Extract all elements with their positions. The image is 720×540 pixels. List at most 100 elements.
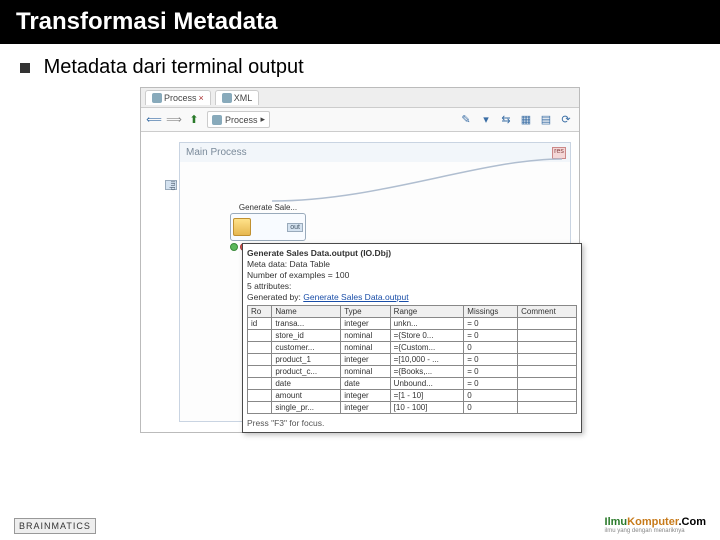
genby-label: Generated by:	[247, 292, 301, 302]
logo-part-a: Ilmu	[605, 516, 628, 528]
table-cell	[248, 330, 272, 342]
table-cell	[518, 318, 577, 330]
table-cell: integer	[341, 402, 390, 414]
table-cell	[518, 390, 577, 402]
wand-icon[interactable]: ✎	[459, 113, 473, 127]
table-cell: =[1 - 10]	[390, 390, 464, 402]
table-cell	[248, 366, 272, 378]
table-cell: = 0	[464, 318, 518, 330]
table-cell: ={Books,...	[390, 366, 464, 378]
table-row: amountinteger=[1 - 10]0	[248, 390, 577, 402]
logo-part-b: Komputer	[627, 516, 678, 528]
genby-link[interactable]: Generate Sales Data.output	[303, 292, 408, 302]
bullet-icon	[20, 63, 30, 73]
table-cell: nominal	[341, 330, 390, 342]
table-cell	[248, 390, 272, 402]
table-cell: customer...	[272, 342, 341, 354]
tooltip-title: Generate Sales Data.output (IO.Dbj)	[247, 248, 577, 258]
operator-out-port[interactable]: out	[287, 223, 303, 232]
table-cell: integer	[341, 390, 390, 402]
table-icon	[233, 218, 251, 236]
table-row: datedateUnbound...= 0	[248, 378, 577, 390]
back-icon[interactable]: ⟸	[147, 113, 161, 127]
table-row: single_pr...integer[10 - 100]0	[248, 402, 577, 414]
metadata-tooltip: Generate Sales Data.output (IO.Dbj) Meta…	[242, 243, 582, 433]
table-cell: ={Store 0...	[390, 330, 464, 342]
table-cell: Unbound...	[390, 378, 464, 390]
refresh-icon[interactable]: ⟳	[559, 113, 573, 127]
xml-icon	[222, 93, 232, 103]
table-cell: = 0	[464, 330, 518, 342]
close-icon[interactable]: ×	[199, 93, 204, 103]
logo-part-c: .Com	[679, 516, 707, 528]
table-cell	[518, 330, 577, 342]
table-cell: product_1	[272, 354, 341, 366]
table-cell: ={Custom...	[390, 342, 464, 354]
table-cell	[518, 402, 577, 414]
table-cell	[248, 378, 272, 390]
table-cell: store_id	[272, 330, 341, 342]
toolbar-right: ✎ ▾ ⇆ ▦ ▤ ⟳	[459, 113, 573, 127]
table-cell: integer	[341, 354, 390, 366]
table-cell: 0	[464, 390, 518, 402]
breadcrumb[interactable]: Process ▸	[207, 111, 270, 128]
status-ok-icon	[230, 243, 238, 251]
tooltip-attrs: 5 attributes:	[247, 281, 577, 291]
col-role: Ro	[248, 306, 272, 318]
main-process-title: Main Process	[180, 143, 570, 162]
tab-label: Process	[164, 93, 197, 103]
tab-xml[interactable]: XML	[215, 90, 260, 105]
table-cell	[248, 354, 272, 366]
table-cell: id	[248, 318, 272, 330]
col-missings: Missings	[464, 306, 518, 318]
tab-strip: Process × XML	[141, 88, 579, 108]
table-cell: 0	[464, 342, 518, 354]
tooltip-meta: Meta data: Data Table	[247, 259, 577, 269]
table-cell: =[10,000 - ...	[390, 354, 464, 366]
logo-tagline: ilmu yang dengan menariknya	[605, 528, 706, 534]
table-cell	[248, 402, 272, 414]
toolbar: ⟸ ⟹ ⬆ Process ▸ ✎ ▾ ⇆ ▦ ▤ ⟳	[141, 108, 579, 132]
table-cell: date	[341, 378, 390, 390]
down-icon[interactable]: ▾	[479, 113, 493, 127]
table-row: store_idnominal={Store 0...= 0	[248, 330, 577, 342]
table-row: idtransa...integerunkn...= 0	[248, 318, 577, 330]
chevron-right-icon: ▸	[261, 114, 266, 125]
toolbar-left: ⟸ ⟹ ⬆ Process ▸	[147, 111, 270, 128]
table-cell: = 0	[464, 354, 518, 366]
up-icon[interactable]: ⬆	[187, 113, 201, 127]
table-cell: amount	[272, 390, 341, 402]
subtitle-text: Metadata dari terminal output	[44, 56, 304, 78]
forward-icon[interactable]: ⟹	[167, 113, 181, 127]
input-port[interactable]: inp	[165, 180, 177, 190]
logo-ilmukomputer: IlmuKomputer.Com ilmu yang dengan menari…	[605, 516, 706, 534]
arrows-icon[interactable]: ⇆	[499, 113, 513, 127]
main-process-panel: Main Process res Generate Sale... out Ge…	[179, 142, 571, 422]
grid-icon[interactable]: ▦	[519, 113, 533, 127]
result-port[interactable]: res	[552, 147, 566, 159]
col-comment: Comment	[518, 306, 577, 318]
tab-label: XML	[234, 93, 253, 103]
table-cell: = 0	[464, 378, 518, 390]
tooltip-examples: Number of examples = 100	[247, 270, 577, 280]
tab-process[interactable]: Process ×	[145, 90, 211, 105]
breadcrumb-label: Process	[225, 115, 258, 125]
footer: BRAINMATICS IlmuKomputer.Com ilmu yang d…	[14, 516, 706, 534]
table-header-row: Ro Name Type Range Missings Comment	[248, 306, 577, 318]
layout-icon[interactable]: ▤	[539, 113, 553, 127]
table-cell: date	[272, 378, 341, 390]
process-canvas[interactable]: inp Main Process res Generate Sale... ou…	[141, 132, 579, 432]
table-cell: product_c...	[272, 366, 341, 378]
table-cell	[518, 342, 577, 354]
col-type: Type	[341, 306, 390, 318]
table-cell: transa...	[272, 318, 341, 330]
operator-body[interactable]: out	[230, 213, 306, 241]
table-cell: integer	[341, 318, 390, 330]
table-cell	[518, 354, 577, 366]
operator-label: Generate Sale...	[230, 203, 306, 212]
app-window: Process × XML ⟸ ⟹ ⬆ Process ▸ ✎ ▾ ⇆ ▦ ▤ …	[140, 87, 580, 433]
table-cell: nominal	[341, 342, 390, 354]
table-row: product_1integer=[10,000 - ...= 0	[248, 354, 577, 366]
table-cell	[518, 378, 577, 390]
table-cell: 0	[464, 402, 518, 414]
